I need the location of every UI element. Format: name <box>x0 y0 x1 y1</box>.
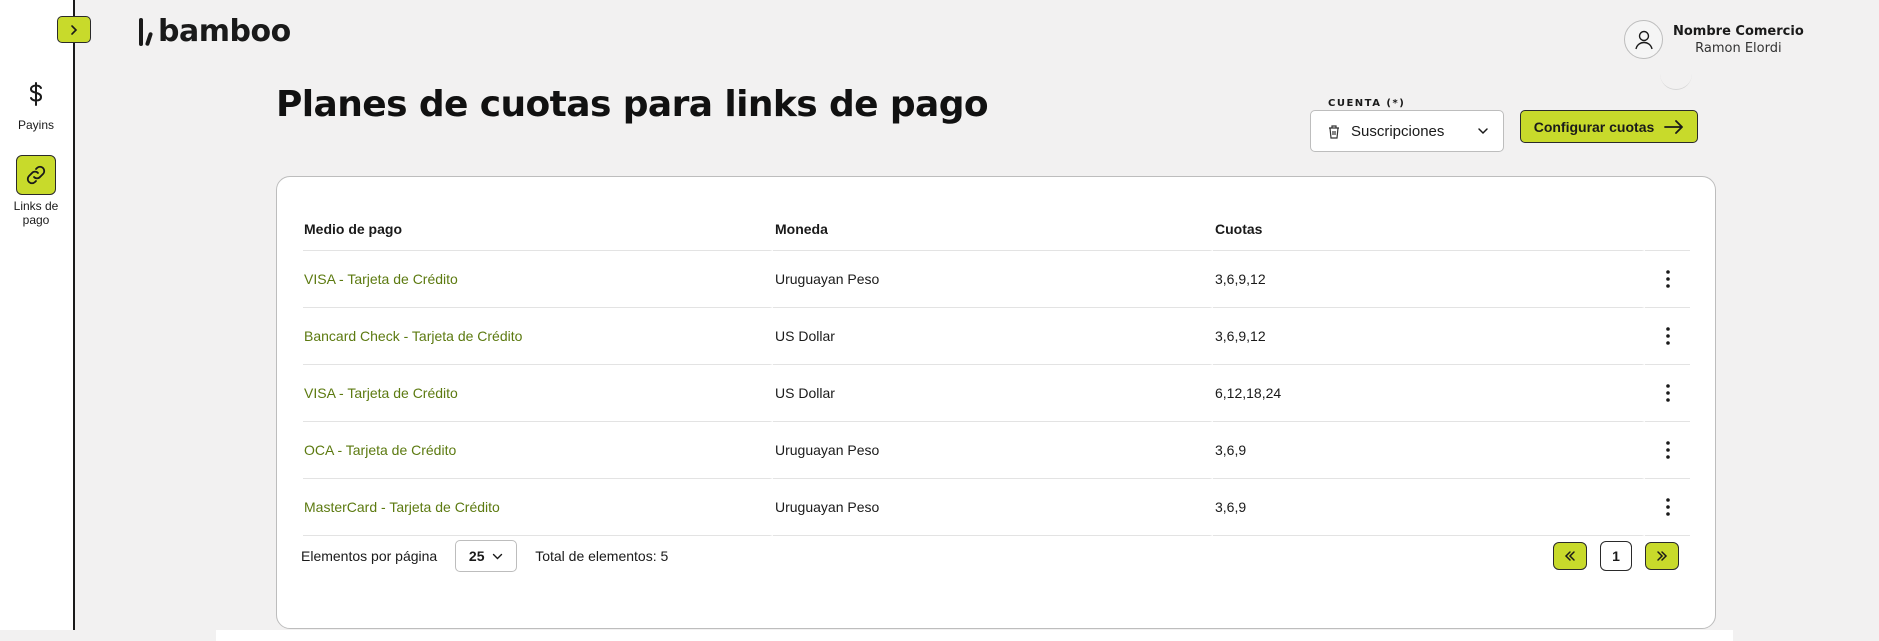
more-vertical-icon <box>1665 270 1670 288</box>
brand-name: bamboo <box>158 14 291 49</box>
decorative-circle <box>1660 70 1692 90</box>
previous-page-button[interactable] <box>1553 542 1587 570</box>
table-footer: Elementos por página 25 Total de element… <box>301 539 1691 573</box>
current-page-button[interactable]: 1 <box>1600 541 1632 571</box>
more-vertical-icon <box>1665 441 1670 459</box>
sidebar-item-payins[interactable]: Payins <box>0 74 72 132</box>
configure-installments-button[interactable]: Configurar cuotas <box>1520 110 1698 143</box>
sidebar-item-label: Payins <box>17 118 55 132</box>
bamboo-logo-icon <box>139 17 153 46</box>
payment-method-link[interactable]: Bancard Check - Tarjeta de Crédito <box>304 328 522 344</box>
payment-method-link[interactable]: VISA - Tarjeta de Crédito <box>304 271 458 287</box>
row-actions-button[interactable] <box>1645 479 1690 536</box>
sidebar-item-label: Links de pago <box>13 199 59 227</box>
link-icon <box>16 155 56 195</box>
row-actions-button[interactable] <box>1645 308 1690 365</box>
installments-cell: 3,6,9,12 <box>1213 251 1645 308</box>
currency-cell: Uruguayan Peso <box>773 422 1213 479</box>
configure-installments-label: Configurar cuotas <box>1533 118 1655 135</box>
pagination: 1 <box>1553 541 1679 571</box>
chevron-right-icon <box>71 24 78 35</box>
table-row: VISA - Tarjeta de Crédito US Dollar 6,12… <box>303 365 1690 422</box>
currency-cell: US Dollar <box>773 308 1213 365</box>
double-chevron-right-icon <box>1657 551 1668 561</box>
currency-cell: Uruguayan Peso <box>773 479 1213 536</box>
row-actions-button[interactable] <box>1645 251 1690 308</box>
more-vertical-icon <box>1665 498 1670 516</box>
bottom-strip <box>216 630 1733 641</box>
currency-cell: US Dollar <box>773 365 1213 422</box>
table-row: MasterCard - Tarjeta de Crédito Uruguaya… <box>303 479 1690 536</box>
user-subtitle: Ramon Elordi <box>1695 40 1782 56</box>
total-elements: Total de elementos: 5 <box>535 548 669 564</box>
account-select[interactable]: Suscripciones <box>1310 110 1504 152</box>
account-select-label: CUENTA (*) <box>1322 98 1412 109</box>
table-header-row: Medio de pago Moneda Cuotas <box>303 207 1690 251</box>
user-menu[interactable]: Nombre Comercio Ramon Elordi <box>1624 20 1804 59</box>
chevron-down-icon <box>1478 128 1488 135</box>
payment-method-link[interactable]: OCA - Tarjeta de Crédito <box>304 442 456 458</box>
row-actions-button[interactable] <box>1645 422 1690 479</box>
row-actions-button[interactable] <box>1645 365 1690 422</box>
currency-cell: Uruguayan Peso <box>773 251 1213 308</box>
trash-icon <box>1329 124 1339 139</box>
more-vertical-icon <box>1665 327 1670 345</box>
arrow-right-icon <box>1664 119 1684 134</box>
dollar-icon <box>16 74 56 114</box>
sidebar: Payins Links de pago <box>0 0 75 630</box>
column-header-cuotas: Cuotas <box>1213 207 1645 251</box>
installments-cell: 3,6,9 <box>1213 422 1645 479</box>
column-header-moneda: Moneda <box>773 207 1213 251</box>
installments-cell: 6,12,18,24 <box>1213 365 1645 422</box>
payment-method-link[interactable]: VISA - Tarjeta de Crédito <box>304 385 458 401</box>
account-select-value: Suscripciones <box>1351 122 1445 140</box>
brand-logo[interactable]: bamboo <box>138 14 291 49</box>
column-header-medio: Medio de pago <box>303 207 773 251</box>
installments-cell: 3,6,9,12 <box>1213 308 1645 365</box>
user-name: Nombre Comercio <box>1673 23 1804 39</box>
installments-card: Medio de pago Moneda Cuotas VISA - Tarje… <box>276 176 1716 629</box>
table-row: OCA - Tarjeta de Crédito Uruguayan Peso … <box>303 422 1690 479</box>
per-page-label: Elementos por página <box>301 548 438 564</box>
installments-cell: 3,6,9 <box>1213 479 1645 536</box>
sidebar-toggle-button[interactable] <box>57 16 91 43</box>
table-row: Bancard Check - Tarjeta de Crédito US Do… <box>303 308 1690 365</box>
table-row: VISA - Tarjeta de Crédito Uruguayan Peso… <box>303 251 1690 308</box>
column-header-actions <box>1645 207 1690 251</box>
double-chevron-left-icon <box>1564 551 1575 561</box>
page-title: Planes de cuotas para links de pago <box>276 84 989 125</box>
installments-table: Medio de pago Moneda Cuotas VISA - Tarje… <box>303 207 1690 536</box>
chevron-down-icon <box>493 553 503 559</box>
user-icon <box>1624 20 1663 59</box>
sidebar-item-links-de-pago[interactable]: Links de pago <box>0 155 72 227</box>
per-page-value: 25 <box>468 548 485 564</box>
payment-method-link[interactable]: MasterCard - Tarjeta de Crédito <box>304 499 500 515</box>
more-vertical-icon <box>1665 384 1670 402</box>
per-page-select[interactable]: 25 <box>455 540 518 572</box>
next-page-button[interactable] <box>1645 542 1679 570</box>
